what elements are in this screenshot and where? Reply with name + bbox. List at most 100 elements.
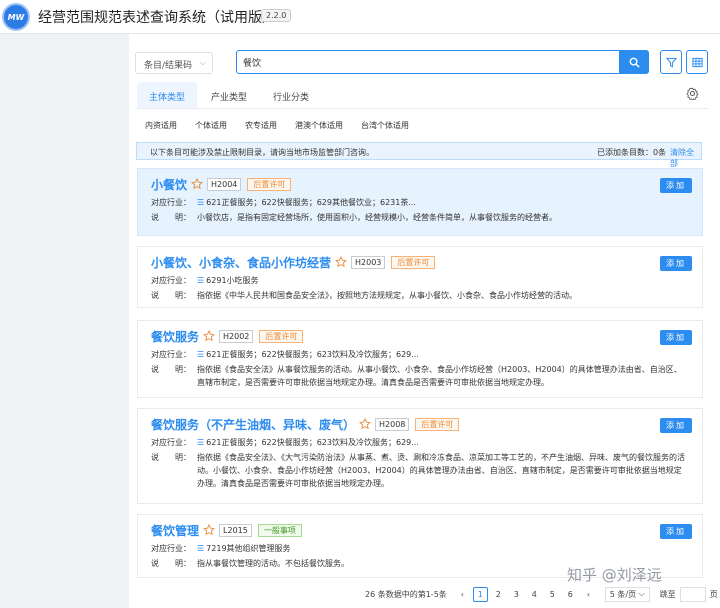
list-icon: ☰ <box>197 350 205 359</box>
pagination-summary: 26 条数据中的第1-5条 <box>365 589 447 599</box>
notice-bar: 以下条目可能涉及禁止限制目录，请询当地市场监管部门咨询。 已添加条目数：0条 清… <box>136 142 702 168</box>
page-size-value: 5 条/页 <box>609 589 637 599</box>
page-button[interactable]: 4 <box>527 587 542 602</box>
filter-farmer-coop[interactable]: 农专适用 <box>245 120 277 131</box>
watermark: 知乎 @刘泽远 <box>567 566 662 584</box>
status-badge: 后置许可 <box>259 329 304 343</box>
industry-label: 对应行业： <box>151 198 191 207</box>
result-title[interactable]: 餐饮管理 <box>151 522 199 539</box>
clear-all-link[interactable]: 清除全部 <box>670 147 701 169</box>
table-icon <box>691 57 703 67</box>
add-button[interactable]: 添加 <box>660 524 692 539</box>
page-button[interactable]: 1 <box>472 586 488 602</box>
tabs-divider <box>135 108 708 109</box>
search-type-select[interactable]: 条目/结果码 ⌵ <box>135 52 213 74</box>
star-icon[interactable] <box>203 524 215 536</box>
status-badge: 后置许可 <box>391 255 436 269</box>
industry-value: 621正餐服务；622快餐服务；623饮料及冷饮服务；629... <box>206 438 419 447</box>
list-icon: ☰ <box>197 198 205 207</box>
desc-value: 指依据《中华人民共和国食品安全法》，按照地方法规规定，从事小餐饮、小食杂、食品小… <box>197 291 577 300</box>
result-card: 餐饮服务（不产生油烟、异味、废气） H2008 后置许可 添加 对应行业： ☰ 62… <box>137 408 703 504</box>
page-button[interactable]: 2 <box>491 587 506 602</box>
subject-filters: 内资适用 个体适用 农专适用 港澳个体适用 台湾个体适用 <box>145 120 409 131</box>
category-tabs: 主体类型 产业类型 行业分类 <box>137 82 321 108</box>
app-header: MW 经营范围规范表述查询系统（试用版） 2.2.0 <box>0 0 720 34</box>
chevron-down-icon: ⌵ <box>638 589 645 598</box>
page-unit: 页 <box>709 589 718 599</box>
status-badge: 后置许可 <box>415 417 460 431</box>
gear-icon <box>686 87 699 102</box>
tab-industry-category[interactable]: 行业分类 <box>261 82 321 108</box>
search-type-value: 条目/结果码 <box>144 61 193 71</box>
result-card: 餐饮服务 H2002 后置许可 添加 对应行业： ☰ 621正餐服务；622快餐服务… <box>137 320 703 398</box>
next-page-button[interactable]: › <box>581 587 596 602</box>
search-icon <box>629 57 640 68</box>
desc-value: 指依据《食品安全法》从事餐饮服务的活动。从事小餐饮、小食杂、食品小作坊经营（H2… <box>197 365 682 387</box>
prev-page-button[interactable]: ‹ <box>455 587 470 602</box>
status-badge: 后置许可 <box>247 177 292 191</box>
added-count: 已添加条目数：0条 <box>597 148 667 157</box>
filter-button[interactable] <box>660 50 682 74</box>
result-title[interactable]: 餐饮服务（不产生油烟、异味、废气） <box>151 416 355 433</box>
desc-label: 说 明： <box>151 213 191 222</box>
result-title[interactable]: 小餐饮、小食杂、食品小作坊经营 <box>151 254 331 271</box>
list-icon: ☰ <box>197 544 205 553</box>
app-logo: MW <box>2 3 30 31</box>
industry-value: 6291小吃服务 <box>206 276 259 285</box>
add-button[interactable]: 添加 <box>660 256 692 271</box>
result-code: H2003 <box>351 255 386 269</box>
star-icon[interactable] <box>203 330 215 342</box>
desc-label: 说 明： <box>151 559 191 568</box>
star-icon[interactable] <box>335 256 347 268</box>
app-title: 经营范围规范表述查询系统（试用版） <box>38 10 276 26</box>
table-view-button[interactable] <box>686 50 708 74</box>
filter-hk-macau[interactable]: 港澳个体适用 <box>295 120 343 131</box>
industry-value: 621正餐服务；622快餐服务；623饮料及冷饮服务；629... <box>206 350 419 359</box>
page-jump: 跳至 页 <box>659 586 718 602</box>
desc-label: 说 明： <box>151 365 191 374</box>
page-size-select[interactable]: 5 条/页 ⌵ <box>604 586 650 602</box>
add-button[interactable]: 添加 <box>660 418 692 433</box>
jump-input[interactable] <box>679 586 706 602</box>
result-code: H2004 <box>207 177 242 191</box>
desc-value: 小餐饮店，是指有固定经营场所，使用面积小，经营规模小，经营条件简单，从事餐饮服务… <box>197 213 557 222</box>
industry-label: 对应行业： <box>151 350 191 359</box>
version-badge: 2.2.0 <box>261 9 292 22</box>
industry-value: 621正餐服务；622快餐服务；629其他餐饮业；6231茶... <box>206 198 416 207</box>
main-panel: 条目/结果码 ⌵ 主体类型 产业类型 行业分类 内资适用 个体适用 农专适用 港… <box>129 34 720 608</box>
add-button[interactable]: 添加 <box>660 178 692 193</box>
result-code: L2015 <box>219 523 252 537</box>
add-button[interactable]: 添加 <box>660 330 692 345</box>
desc-value: 指依据《食品安全法》、《大气污染防治法》从事蒸、煮、烫、涮和冷冻食品、凉菜加工等… <box>197 453 685 488</box>
funnel-icon <box>665 57 677 67</box>
desc-label: 说 明： <box>151 291 191 300</box>
desc-label: 说 明： <box>151 453 191 462</box>
tab-entity-type[interactable]: 主体类型 <box>137 82 198 108</box>
jump-label: 跳至 <box>659 589 676 599</box>
page-button[interactable]: 6 <box>563 587 578 602</box>
industry-label: 对应行业： <box>151 544 191 553</box>
notice-text: 以下条目可能涉及禁止限制目录，请询当地市场监管部门咨询。 <box>150 148 374 157</box>
industry-value: 7219其他组织管理服务 <box>206 544 291 553</box>
desc-value: 指从事餐饮管理的活动。不包括餐饮服务。 <box>197 559 349 568</box>
settings-button[interactable] <box>686 87 699 103</box>
result-title[interactable]: 小餐饮 <box>151 176 187 193</box>
result-card: 小餐饮、小食杂、食品小作坊经营 H2003 后置许可 添加 对应行业： ☰ 6291… <box>137 246 703 308</box>
status-badge: 一般事项 <box>257 523 302 537</box>
filter-individual[interactable]: 个体适用 <box>195 120 227 131</box>
search-input[interactable] <box>236 50 620 74</box>
filter-taiwan[interactable]: 台湾个体适用 <box>361 120 409 131</box>
result-code: H2002 <box>219 329 254 343</box>
list-icon: ☰ <box>197 276 205 285</box>
page-button[interactable]: 5 <box>545 587 560 602</box>
search-button[interactable] <box>620 50 649 74</box>
tab-industry-type[interactable]: 产业类型 <box>199 82 259 108</box>
page-button[interactable]: 3 <box>509 587 524 602</box>
list-icon: ☰ <box>197 438 205 447</box>
star-icon[interactable] <box>359 418 371 430</box>
result-card: 小餐饮 H2004 后置许可 添加 对应行业： ☰ 621正餐服务；622快餐服务；… <box>137 168 703 236</box>
filter-domestic[interactable]: 内资适用 <box>145 120 177 131</box>
result-title[interactable]: 餐饮服务 <box>151 328 199 345</box>
star-icon[interactable] <box>191 178 203 190</box>
pagination: 26 条数据中的第1-5条 ‹ 1 2 3 4 5 6 › 5 条/页 ⌵ 跳至… <box>365 586 718 602</box>
